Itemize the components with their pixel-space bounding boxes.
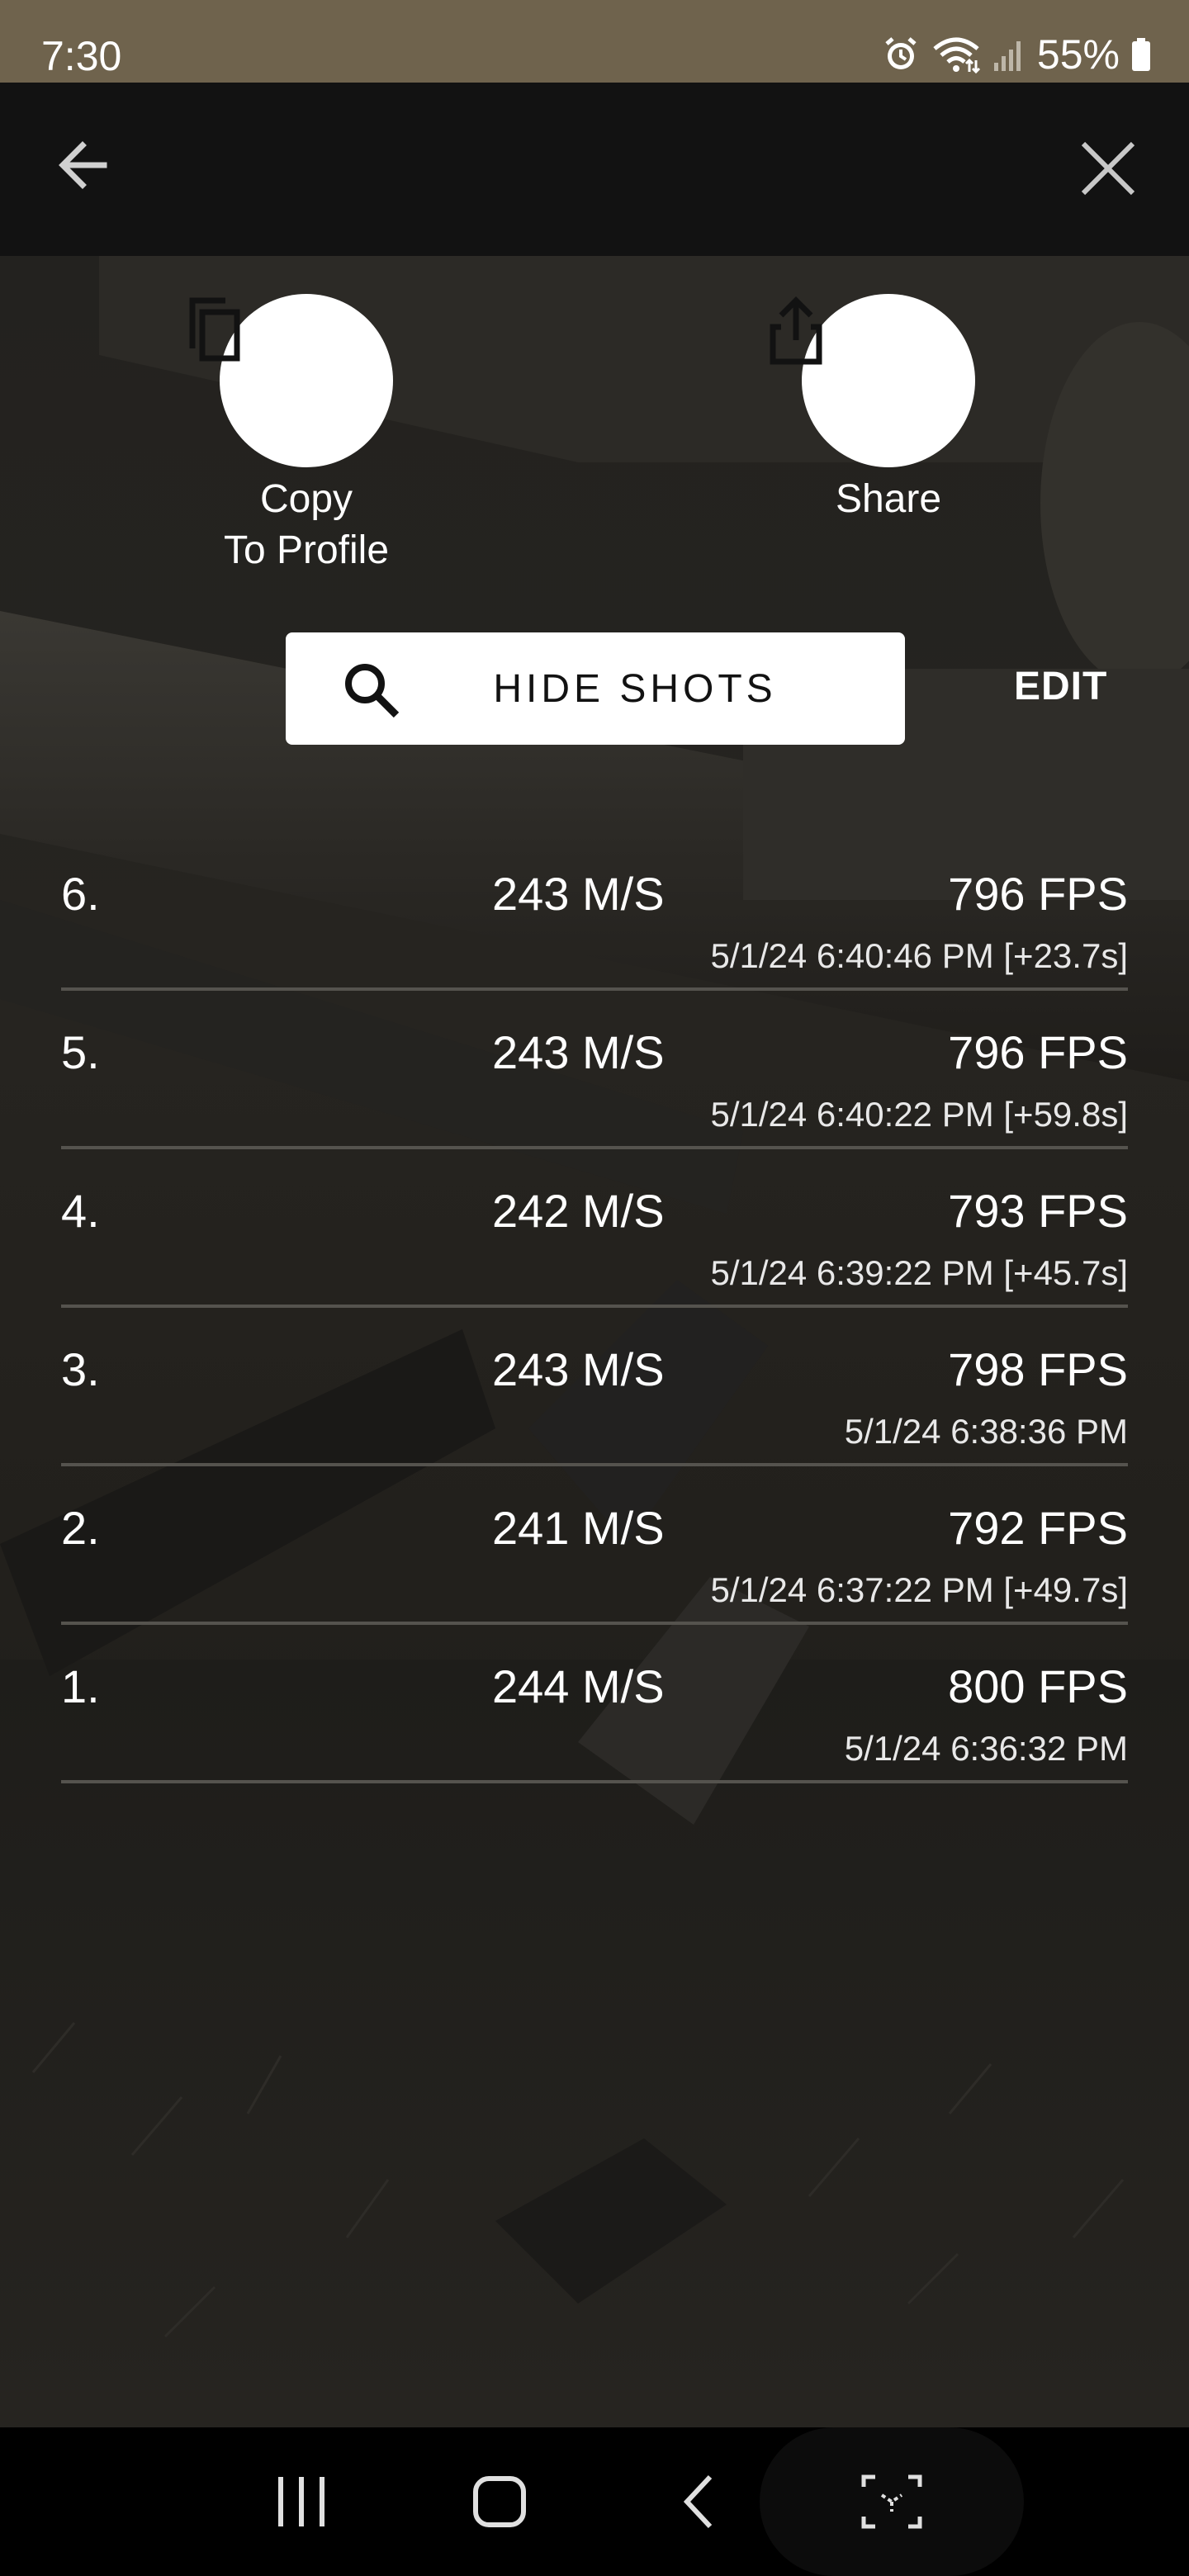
copy-label-line2: To Profile (223, 528, 390, 572)
shot-velocity-ms: 243 M/S (492, 1026, 665, 1078)
shot-row[interactable]: 3. 243 M/S 798 FPS 5/1/24 6:38:36 PM (61, 1309, 1128, 1466)
status-icons: 55% (882, 30, 1151, 79)
system-nav-bar (0, 2427, 1189, 2576)
shot-velocity-fps: 796 FPS (948, 868, 1128, 920)
app-bar (0, 83, 1189, 256)
home-icon (473, 2476, 526, 2527)
battery-icon (1131, 36, 1151, 73)
share-button[interactable] (770, 294, 975, 467)
signal-icon (992, 36, 1026, 73)
shot-row[interactable]: 4. 242 M/S 793 FPS 5/1/24 6:39:22 PM [+4… (61, 1151, 1128, 1308)
shot-list: 6. 243 M/S 796 FPS 5/1/24 6:40:46 PM [+2… (61, 834, 1128, 1785)
screenshot-button[interactable] (859, 2470, 925, 2537)
arrow-left-icon (59, 141, 107, 189)
home-button[interactable] (471, 2470, 528, 2537)
shot-timestamp: 5/1/24 6:36:32 PM (844, 1729, 1128, 1768)
shot-row[interactable]: 6. 243 M/S 796 FPS 5/1/24 6:40:46 PM [+2… (61, 834, 1128, 991)
shot-timestamp: 5/1/24 6:38:36 PM (844, 1412, 1128, 1451)
alarm-icon (882, 36, 920, 73)
shot-velocity-ms: 243 M/S (492, 868, 665, 920)
shot-velocity-fps: 798 FPS (948, 1343, 1128, 1395)
shot-velocity-ms: 241 M/S (492, 1502, 665, 1554)
edit-button[interactable]: EDIT (1014, 664, 1107, 709)
shot-number: 2. (61, 1502, 100, 1554)
shot-number: 5. (61, 1026, 100, 1078)
shot-number: 3. (61, 1343, 100, 1395)
share-label: Share (835, 477, 942, 521)
shot-number: 4. (61, 1185, 100, 1237)
share-icon (770, 296, 822, 365)
copy-to-profile-action[interactable]: Copy To Profile (182, 294, 430, 576)
shot-velocity-ms: 243 M/S (492, 1343, 665, 1395)
shot-row[interactable]: 5. 243 M/S 796 FPS 5/1/24 6:40:22 PM [+5… (61, 992, 1128, 1149)
close-button[interactable] (1073, 134, 1143, 203)
battery-percent: 55% (1036, 31, 1120, 78)
status-time: 7:30 (41, 33, 122, 79)
shot-number: 1. (61, 1660, 100, 1712)
copy-to-profile-button[interactable] (189, 294, 393, 467)
shot-velocity-fps: 796 FPS (948, 1026, 1128, 1078)
hide-shots-label: HIDE SHOTS (493, 666, 777, 711)
hide-shots-button[interactable]: HIDE SHOTS (286, 632, 905, 745)
copy-icon (189, 297, 240, 362)
shot-velocity-fps: 800 FPS (948, 1660, 1128, 1712)
shot-velocity-fps: 792 FPS (948, 1502, 1128, 1554)
recent-apps-icon (278, 2477, 324, 2526)
shot-timestamp: 5/1/24 6:37:22 PM [+49.7s] (710, 1570, 1128, 1609)
back-icon (683, 2474, 713, 2529)
shot-velocity-ms: 242 M/S (492, 1185, 665, 1237)
shot-timestamp: 5/1/24 6:39:22 PM [+45.7s] (710, 1253, 1128, 1292)
back-button[interactable] (50, 130, 119, 200)
nav-back-button[interactable] (674, 2470, 723, 2537)
wifi-icon (931, 36, 981, 73)
screenshot-icon (861, 2474, 922, 2529)
shot-velocity-ms: 244 M/S (492, 1660, 665, 1712)
shot-timestamp: 5/1/24 6:40:22 PM [+59.8s] (710, 1095, 1128, 1134)
shot-timestamp: 5/1/24 6:40:46 PM [+23.7s] (710, 936, 1128, 975)
close-icon (1081, 141, 1135, 196)
status-bar: 7:30 55% (0, 0, 1189, 83)
copy-label-line1: Copy (259, 477, 353, 521)
share-action[interactable]: Share (765, 294, 1012, 525)
shot-row[interactable]: 2. 241 M/S 792 FPS 5/1/24 6:37:22 PM [+4… (61, 1468, 1128, 1625)
shot-number: 6. (61, 868, 100, 920)
recent-apps-button[interactable] (272, 2470, 330, 2537)
shot-row[interactable]: 1. 244 M/S 800 FPS 5/1/24 6:36:32 PM (61, 1627, 1128, 1783)
shot-velocity-fps: 793 FPS (948, 1185, 1128, 1237)
